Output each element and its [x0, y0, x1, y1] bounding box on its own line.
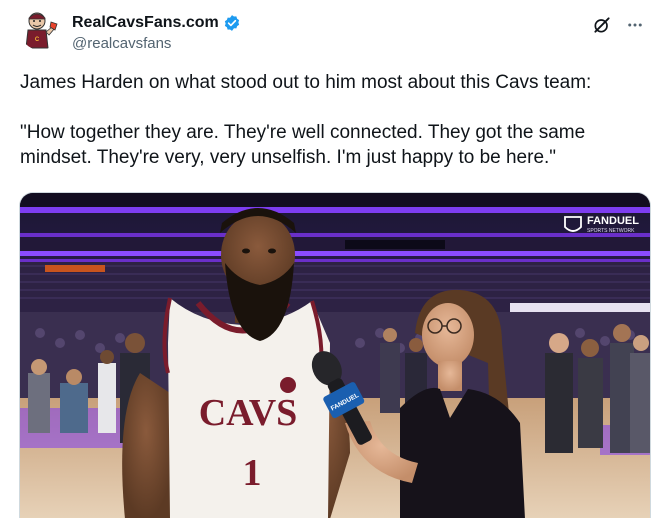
svg-text:C: C: [35, 37, 40, 43]
tweet-text: James Harden on what stood out to him mo…: [20, 70, 640, 170]
tweet-text-line-1: James Harden on what stood out to him mo…: [20, 72, 592, 93]
broadcaster-sub-text: SPORTS NETWORK: [587, 228, 635, 234]
author-info: RealCavsFans.com @realcavsfans: [72, 13, 241, 54]
author-avatar[interactable]: C: [20, 10, 60, 50]
tweet-top-actions: [591, 14, 645, 36]
tweet-text-line-2: "How together they are. They're well con…: [20, 122, 586, 168]
interview-photo: CAVS 1 FANDUEL FANDUEL SPORTS NETWORK: [20, 193, 650, 518]
verified-badge-icon: [223, 14, 241, 32]
jersey-number-text: 1: [243, 452, 262, 494]
jersey-team-text: CAVS: [199, 392, 298, 434]
tweet-media-photo[interactable]: CAVS 1 FANDUEL FANDUEL SPORTS NETWORK: [19, 192, 651, 518]
cartoon-fan-avatar-icon: C: [20, 10, 60, 50]
author-display-name[interactable]: RealCavsFans.com: [72, 13, 219, 33]
author-handle[interactable]: @realcavsfans: [72, 34, 241, 54]
tweet-header: C RealCavsFans.com @realcavsfans: [20, 10, 645, 60]
grok-icon[interactable]: [591, 14, 613, 36]
broadcaster-logo-text: FANDUEL: [587, 215, 639, 227]
more-dots-icon[interactable]: [625, 15, 645, 35]
